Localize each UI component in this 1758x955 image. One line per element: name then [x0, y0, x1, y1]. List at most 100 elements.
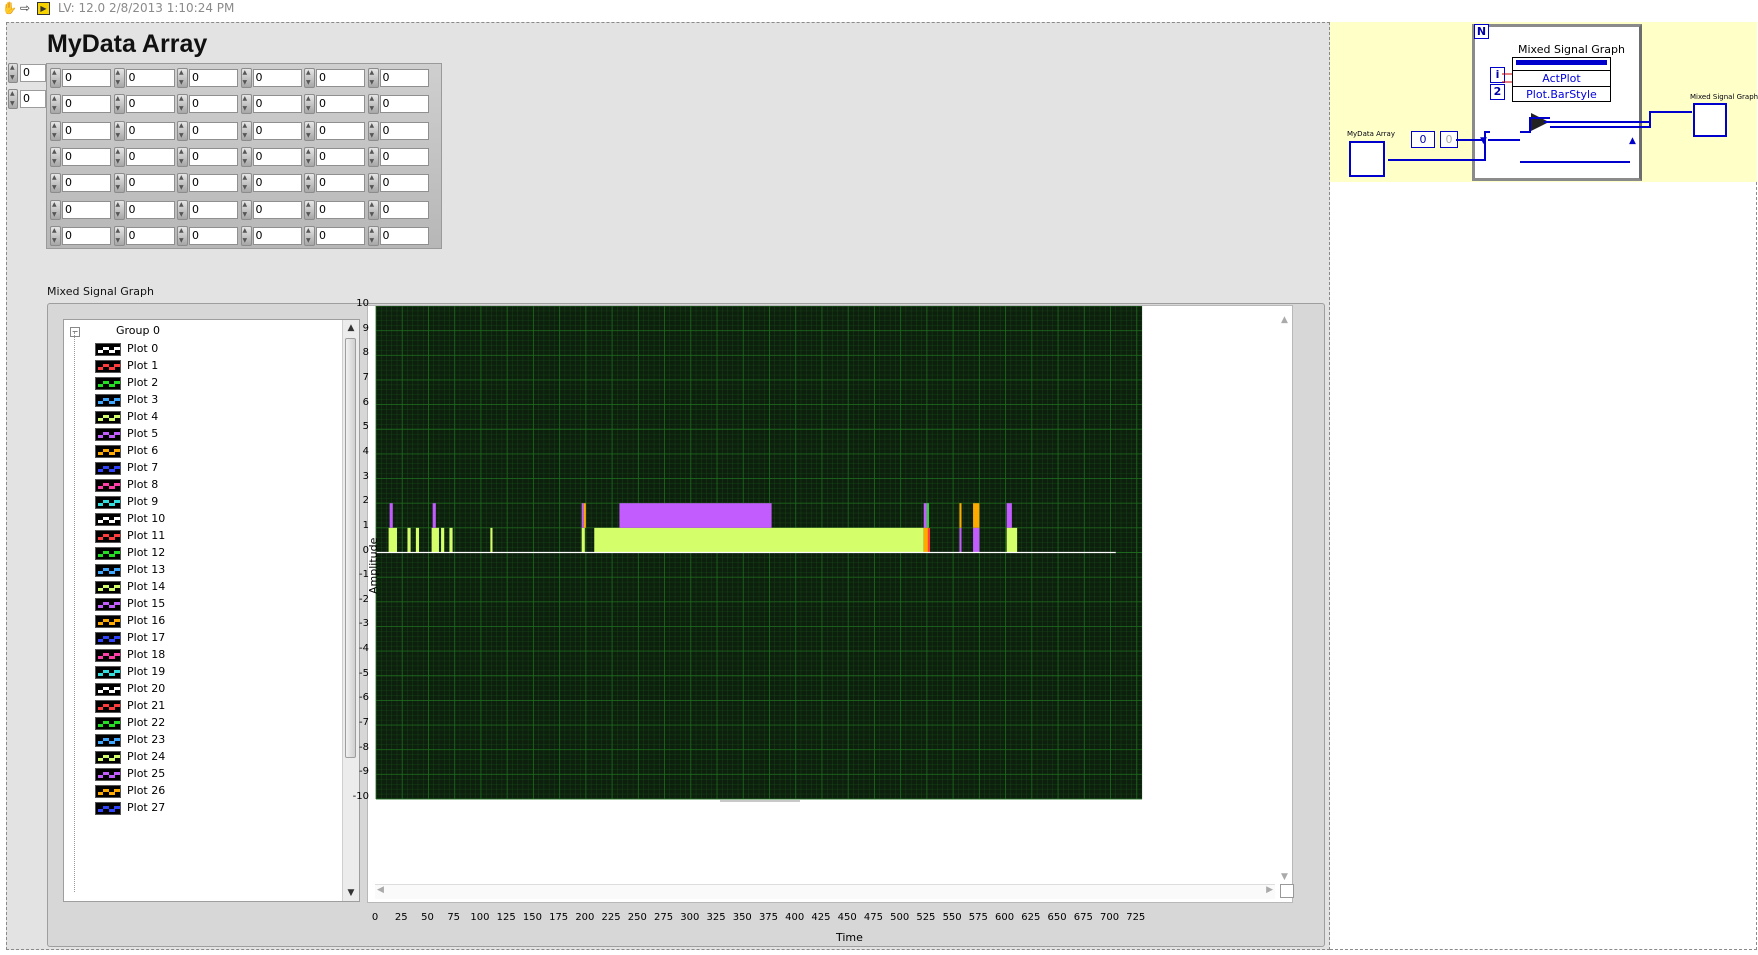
- array-cell[interactable]: 0: [240, 171, 304, 194]
- cell-spinner[interactable]: [240, 146, 252, 167]
- cell-value[interactable]: 0: [252, 95, 302, 114]
- cell-spinner[interactable]: [113, 146, 125, 167]
- scroll-right-icon[interactable]: ▶: [1266, 885, 1273, 895]
- array-cell[interactable]: 0: [176, 145, 240, 168]
- array-cell[interactable]: 0: [303, 119, 367, 142]
- cell-spinner[interactable]: [304, 199, 315, 220]
- array-cell[interactable]: 0: [49, 66, 113, 89]
- array-cell[interactable]: 0: [303, 66, 367, 89]
- array-cell[interactable]: 0: [113, 198, 177, 221]
- array-cell[interactable]: 0: [49, 224, 113, 247]
- plot-legend-tree[interactable]: − Group 0 Plot 0 Plot 1 Plot 2 Plot 3 Plot 4…: [63, 319, 360, 902]
- array-cell[interactable]: 0: [367, 224, 431, 247]
- array-cell[interactable]: 0: [240, 145, 304, 168]
- array-cell[interactable]: 0: [367, 198, 431, 221]
- cell-spinner[interactable]: [240, 225, 252, 246]
- cell-spinner[interactable]: [113, 225, 125, 246]
- cell-value[interactable]: 0: [379, 121, 429, 140]
- cell-spinner[interactable]: [304, 120, 315, 141]
- scroll-left-icon[interactable]: ◀: [377, 885, 384, 895]
- cell-value[interactable]: 0: [189, 147, 238, 166]
- array-cell[interactable]: 0: [176, 119, 240, 142]
- cell-spinner[interactable]: [240, 68, 252, 88]
- cell-value[interactable]: 0: [379, 69, 429, 87]
- cell-spinner[interactable]: [177, 120, 188, 141]
- cell-spinner[interactable]: [50, 94, 61, 115]
- array-cell[interactable]: 0: [113, 171, 177, 194]
- cell-spinner[interactable]: [304, 68, 315, 88]
- cell-value[interactable]: 0: [62, 174, 111, 193]
- array-cell[interactable]: 0: [49, 119, 113, 142]
- cell-value[interactable]: 0: [189, 174, 238, 193]
- graph-hscroll[interactable]: ◀ ▶: [375, 884, 1275, 899]
- cell-value[interactable]: 0: [62, 95, 111, 114]
- cell-value[interactable]: 0: [125, 200, 175, 219]
- cell-spinner[interactable]: [304, 146, 315, 167]
- array-cell[interactable]: 0: [113, 224, 177, 247]
- cell-spinner[interactable]: [50, 225, 61, 246]
- cell-spinner[interactable]: [50, 146, 61, 167]
- cell-value[interactable]: 0: [252, 121, 302, 140]
- array-cell[interactable]: 0: [367, 92, 431, 115]
- array-cell[interactable]: 0: [49, 145, 113, 168]
- run-arrow-icon[interactable]: ⇨: [20, 2, 33, 15]
- collapse-icon[interactable]: −: [70, 327, 80, 337]
- cell-spinner[interactable]: [50, 68, 61, 88]
- cell-spinner[interactable]: [304, 94, 315, 115]
- array-cell[interactable]: 0: [303, 171, 367, 194]
- cell-spinner[interactable]: [177, 199, 188, 220]
- array-cell[interactable]: 0: [49, 92, 113, 115]
- cell-spinner[interactable]: [240, 173, 252, 194]
- cell-value[interactable]: 0: [125, 121, 175, 140]
- cell-spinner[interactable]: [367, 146, 379, 167]
- cell-value[interactable]: 0: [125, 95, 175, 114]
- graph-vscroll[interactable]: ▲ ▼: [1281, 315, 1293, 882]
- array-cell[interactable]: 0: [240, 92, 304, 115]
- array-cell[interactable]: 0: [113, 145, 177, 168]
- cell-spinner[interactable]: [304, 173, 315, 194]
- array-cell[interactable]: 0: [49, 171, 113, 194]
- cell-value[interactable]: 0: [379, 147, 429, 166]
- array-cell[interactable]: 0: [176, 171, 240, 194]
- cell-spinner[interactable]: [367, 199, 379, 220]
- cell-value[interactable]: 0: [252, 69, 302, 87]
- cell-spinner[interactable]: [367, 94, 379, 115]
- cell-value[interactable]: 0: [316, 226, 365, 245]
- index-row-value[interactable]: 0: [20, 64, 46, 82]
- cell-spinner[interactable]: [113, 120, 125, 141]
- cell-value[interactable]: 0: [316, 147, 365, 166]
- array-cell[interactable]: 0: [176, 198, 240, 221]
- array-cell[interactable]: 0: [367, 171, 431, 194]
- cell-value[interactable]: 0: [252, 174, 302, 193]
- array-cell[interactable]: 0: [176, 92, 240, 115]
- cell-value[interactable]: 0: [189, 226, 238, 245]
- cell-value[interactable]: 0: [62, 69, 111, 87]
- cell-spinner[interactable]: [177, 146, 188, 167]
- cell-value[interactable]: 0: [379, 226, 429, 245]
- cell-value[interactable]: 0: [316, 174, 365, 193]
- cell-value[interactable]: 0: [189, 121, 238, 140]
- cell-spinner[interactable]: [177, 94, 188, 115]
- array-cell[interactable]: 0: [113, 119, 177, 142]
- scroll-up-icon[interactable]: ▲: [1281, 315, 1288, 325]
- array-index-row[interactable]: 0: [8, 63, 46, 83]
- array-cell[interactable]: 0: [240, 224, 304, 247]
- array-cell[interactable]: 0: [240, 119, 304, 142]
- array-cell[interactable]: 0: [303, 198, 367, 221]
- cell-value[interactable]: 0: [62, 226, 111, 245]
- array-cell[interactable]: 0: [367, 119, 431, 142]
- cell-value[interactable]: 0: [189, 95, 238, 114]
- array-cell[interactable]: 0: [367, 145, 431, 168]
- cell-spinner[interactable]: [177, 68, 188, 88]
- array-cell[interactable]: 0: [176, 66, 240, 89]
- cell-value[interactable]: 0: [379, 174, 429, 193]
- cell-value[interactable]: 0: [252, 200, 302, 219]
- cell-value[interactable]: 0: [379, 95, 429, 114]
- cell-spinner[interactable]: [240, 199, 252, 220]
- cell-spinner[interactable]: [367, 68, 379, 88]
- cell-spinner[interactable]: [113, 173, 125, 194]
- cell-spinner[interactable]: [50, 173, 61, 194]
- cell-value[interactable]: 0: [125, 69, 175, 87]
- scroll-down-icon[interactable]: ▼: [344, 886, 358, 900]
- array-cell[interactable]: 0: [303, 145, 367, 168]
